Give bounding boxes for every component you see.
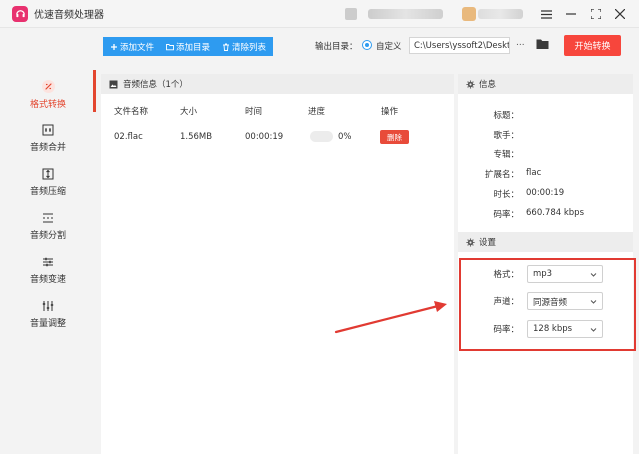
browse-path-button[interactable]: ...	[516, 38, 525, 48]
file-size-cell: 1.56MB	[180, 132, 213, 142]
sidebar-item-format-convert[interactable]: 格式转换	[0, 74, 96, 118]
file-duration-cell: 00:00:19	[245, 132, 284, 142]
file-panel-title: 音频信息（1个）	[123, 80, 188, 90]
info-row-album: 专辑：	[493, 150, 519, 160]
folder-icon	[166, 43, 174, 50]
maximize-icon[interactable]	[588, 6, 604, 22]
title-bar: 优速音频处理器	[0, 0, 639, 28]
gear-icon	[466, 79, 475, 89]
file-list-panel: 音频信息（1个） 文件名称 大小 时间 进度 操作 02.flac 1.56MB…	[101, 74, 454, 454]
sidebar-item-volume-adjust[interactable]: 音量调整	[0, 294, 96, 338]
file-button-group: 添加文件 添加目录 清除列表	[103, 37, 274, 56]
volume-adjust-icon	[42, 300, 54, 312]
close-icon[interactable]	[612, 6, 628, 22]
delete-button[interactable]: 删除	[380, 130, 409, 144]
blurred-icon	[345, 8, 357, 20]
audio-compress-icon	[42, 168, 54, 180]
format-convert-icon	[41, 80, 55, 93]
file-name-cell: 02.flac	[114, 132, 143, 142]
output-dir-label: 输出目录：	[315, 42, 358, 52]
blurred-username	[478, 9, 523, 19]
sidebar-item-audio-merge[interactable]: 音频合并	[0, 118, 96, 162]
column-header-action: 操作	[381, 107, 399, 117]
sidebar-item-audio-split[interactable]: 音频分割	[0, 206, 96, 250]
avatar[interactable]	[462, 7, 476, 21]
settings-highlight-box	[459, 258, 636, 351]
column-header-name: 文件名称	[114, 107, 149, 117]
info-panel-title: 信息	[479, 80, 497, 90]
start-convert-button[interactable]: 开始转换	[564, 35, 621, 56]
output-path-input[interactable]: C:\Users\yssoft2\Deskt	[409, 37, 510, 54]
sidebar: 格式转换 音频合并 音频压缩 音频分割 音频变速 音量调整	[0, 64, 96, 454]
custom-dir-label[interactable]: 自定义	[376, 40, 402, 52]
sidebar-item-audio-speed[interactable]: 音频变速	[0, 250, 96, 294]
gear-icon	[466, 237, 475, 247]
add-file-icon	[111, 43, 117, 50]
sidebar-item-audio-compress[interactable]: 音频压缩	[0, 162, 96, 206]
add-file-button[interactable]: 添加文件	[107, 41, 157, 53]
info-row-duration: 时长： 00:00:19	[493, 188, 565, 200]
column-header-progress: 进度	[308, 107, 326, 117]
settings-panel-header: 设置	[458, 232, 633, 252]
audio-speed-icon	[42, 256, 54, 268]
toolbar: 添加文件 添加目录 清除列表 输出目录： 自定义 C:\Users\yssoft…	[0, 28, 639, 64]
blurred-area	[368, 9, 443, 19]
settings-panel-title: 设置	[479, 238, 497, 248]
info-row-extension: 扩展名： flac	[484, 168, 542, 180]
column-header-size: 大小	[180, 107, 198, 117]
menu-icon[interactable]	[538, 6, 554, 22]
progress-percent: 0%	[338, 132, 352, 142]
open-folder-icon[interactable]	[536, 38, 549, 50]
column-header-time: 时间	[245, 107, 263, 117]
clear-list-button[interactable]: 清除列表	[219, 41, 269, 53]
trash-icon	[223, 43, 230, 51]
image-icon	[109, 80, 118, 88]
info-row-title: 标题：	[493, 111, 519, 121]
add-folder-button[interactable]: 添加目录	[163, 41, 213, 53]
annotation-arrow	[334, 301, 447, 334]
custom-dir-radio[interactable]	[362, 40, 372, 50]
app-logo-icon	[12, 5, 28, 22]
active-indicator	[93, 70, 96, 112]
info-row-artist: 歌手：	[493, 131, 519, 141]
file-panel-header: 音频信息（1个）	[101, 74, 454, 94]
audio-split-icon	[42, 212, 54, 224]
info-row-bitrate: 码率： 660.784 kbps	[493, 208, 584, 220]
progress-bar	[310, 131, 333, 142]
info-panel-header: 信息	[458, 74, 633, 94]
minimize-icon[interactable]	[563, 6, 579, 22]
app-title: 优速音频处理器	[34, 10, 104, 21]
audio-merge-icon	[42, 124, 54, 136]
